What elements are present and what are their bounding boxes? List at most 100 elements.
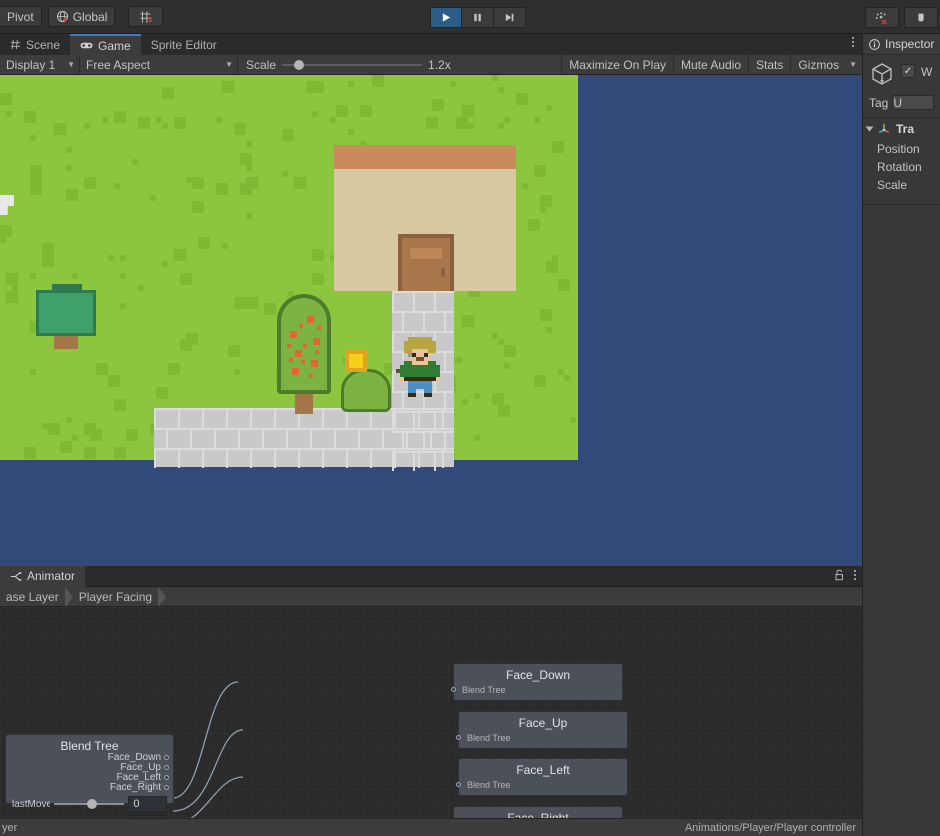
object-enabled-checkbox[interactable]: ✓	[901, 64, 915, 78]
status-left-text: yer	[2, 821, 18, 834]
coin-icon	[349, 354, 363, 368]
input-port[interactable]	[456, 735, 461, 740]
animator-state-node[interactable]: Face_RightBlend Tree	[453, 806, 623, 818]
house-roof	[334, 145, 516, 169]
gizmos-dropdown-icon[interactable]: ▼	[846, 55, 862, 75]
kebab-menu-icon[interactable]	[854, 570, 856, 580]
door-panel	[410, 248, 442, 259]
object-name-field[interactable]: W	[921, 65, 932, 79]
tab-animator[interactable]: Animator	[0, 566, 86, 587]
blend-tree-node[interactable]: Blend Tree Face_Down Face_Up Face_Left Face…	[5, 734, 174, 818]
animator-state-node[interactable]: Face_Up Blend Tree	[456, 711, 628, 749]
blend-tree-title: Blend Tree	[60, 739, 119, 753]
display-dropdown[interactable]: Display 1 ▼	[0, 55, 80, 74]
game-render-canvas[interactable]	[0, 75, 862, 566]
status-bar: yer Animations/Player/Player controller	[0, 818, 862, 836]
account-button[interactable]	[904, 7, 938, 28]
blend-tree-output-list: Face_Down Face_Up Face_Left Face_Right	[6, 753, 173, 793]
stats-toggle[interactable]: Stats	[748, 54, 790, 75]
animator-tab-label: Animator	[27, 569, 76, 583]
animator-tab-icons	[834, 569, 856, 581]
pause-button[interactable]	[462, 7, 494, 28]
grid-snap-button[interactable]	[128, 6, 164, 27]
output-port[interactable]	[164, 765, 169, 770]
maximize-on-play-toggle[interactable]: Maximize On Play	[561, 54, 673, 75]
parameter-slider[interactable]	[53, 799, 125, 809]
tab-scene[interactable]: Scene	[0, 34, 70, 55]
kebab-menu-icon[interactable]	[852, 37, 854, 47]
grid-snap-icon	[140, 10, 152, 23]
chevron-down-icon: ▼	[225, 60, 233, 69]
output-port[interactable]	[164, 755, 169, 760]
left-tree-canopy	[36, 290, 96, 336]
transform-component-header[interactable]: Tra	[863, 118, 940, 140]
step-button[interactable]	[494, 7, 526, 28]
collab-error-icon	[875, 11, 887, 25]
pivot-button[interactable]: Pivot	[0, 6, 42, 27]
parameter-label: lastMove	[12, 798, 50, 810]
chevron-down-icon: ▼	[67, 60, 75, 69]
tab-inspector[interactable]: Inspector	[863, 34, 940, 55]
toolbar-right-group	[865, 7, 940, 28]
animator-icon	[10, 571, 22, 581]
account-icon	[918, 13, 924, 21]
playmode-controls	[430, 7, 526, 28]
pivot-label: Pivot	[7, 9, 34, 24]
chevron-down-icon[interactable]	[865, 126, 874, 132]
scene-grid-icon	[10, 39, 21, 50]
collab-button[interactable]	[865, 7, 899, 28]
inspector-object-header: ✓ W	[863, 55, 940, 93]
aspect-value: Free Aspect	[86, 57, 151, 72]
game-view-toggles: Maximize On Play Mute Audio Stats Gizmos…	[561, 54, 862, 75]
transform-rotation-label[interactable]: Rotation	[863, 158, 940, 176]
animator-breadcrumb: ase Layer Player Facing	[0, 586, 862, 607]
aspect-dropdown[interactable]: Free Aspect ▼	[80, 55, 238, 74]
scale-control[interactable]: Scale 1.2x	[238, 58, 459, 72]
play-button[interactable]	[430, 7, 462, 28]
scale-slider[interactable]	[282, 59, 423, 70]
stone-path-horizontal	[154, 408, 454, 467]
status-asset-path: Animations/Player/Player controller	[684, 821, 856, 834]
state-name: Face_Up	[518, 716, 568, 730]
tab-sprite-editor[interactable]: Sprite Editor	[141, 34, 227, 55]
lock-icon[interactable]	[834, 569, 845, 581]
blend-tree-parameter[interactable]: lastMove 0	[6, 796, 173, 812]
bush	[341, 369, 391, 412]
global-label: Global	[72, 9, 108, 24]
play-icon	[442, 13, 450, 22]
pause-icon	[474, 13, 481, 22]
inspector-divider-2	[863, 204, 940, 205]
animator-tabbar: Animator	[0, 566, 862, 587]
transform-scale-label[interactable]: Scale	[863, 176, 940, 194]
parameter-value[interactable]: 0	[128, 796, 167, 812]
transform-component-name: Tra	[896, 122, 915, 136]
gamepad-icon	[80, 42, 93, 49]
scale-slider-knob[interactable]	[293, 59, 304, 70]
door-knob	[441, 268, 445, 277]
output-port[interactable]	[164, 775, 169, 780]
parameter-slider-knob[interactable]	[86, 799, 97, 809]
transform-position-label[interactable]: Position	[863, 140, 940, 158]
tab-sprite-editor-label: Sprite Editor	[150, 37, 217, 52]
apple-tree-canopy	[277, 294, 331, 394]
animator-state-graph[interactable]: Blend Tree Face_Down Face_Up Face_Left Face…	[0, 607, 862, 818]
tag-row: Tag U	[863, 93, 940, 112]
tab-game-label: Game	[98, 38, 131, 53]
global-button[interactable]: Global	[47, 6, 116, 27]
mute-audio-toggle[interactable]: Mute Audio	[673, 54, 748, 75]
gizmos-toggle[interactable]: Gizmos	[790, 54, 846, 75]
tag-dropdown[interactable]: U	[892, 95, 934, 110]
state-subtitle: Blend Tree	[462, 685, 506, 695]
game-view-toolbar: Display 1 ▼ Free Aspect ▼ Scale 1.2x Max…	[0, 54, 862, 75]
state-subtitle: Blend Tree	[467, 780, 511, 790]
output-port[interactable]	[164, 785, 169, 790]
animator-state-node[interactable]: Face_Down Blend Tree	[451, 663, 623, 701]
tab-game[interactable]: Game	[70, 34, 141, 55]
breadcrumb-player-facing[interactable]: Player Facing	[73, 586, 167, 607]
game-panel-tabbar: Scene Game Sprite Editor	[0, 34, 862, 55]
input-port[interactable]	[456, 782, 461, 787]
input-port[interactable]	[451, 687, 456, 692]
breadcrumb-base-layer[interactable]: ase Layer	[0, 586, 73, 607]
animator-state-node[interactable]: Face_Left Blend Tree	[456, 758, 628, 796]
scale-value: 1.2x	[428, 57, 451, 72]
